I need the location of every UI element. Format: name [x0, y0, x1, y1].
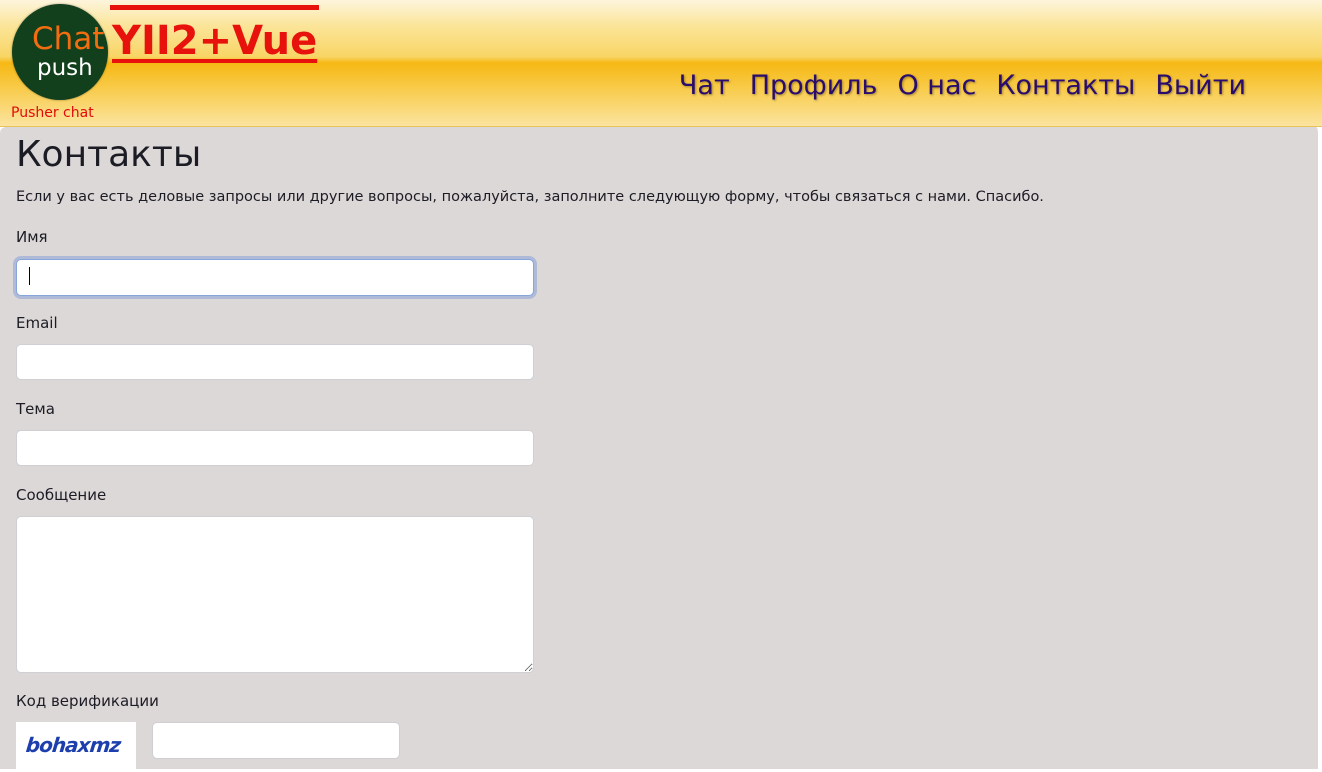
page-title: Контакты — [16, 134, 202, 175]
main-nav: Чат Профиль О нас Контакты Выйти — [679, 70, 1246, 101]
captcha-image[interactable]: bohaxmz — [16, 722, 136, 772]
nav-chat[interactable]: Чат — [679, 70, 730, 101]
brand-title[interactable]: YII2+Vue — [110, 5, 320, 64]
logo[interactable]: Chat push — [12, 4, 108, 100]
subject-label: Тема — [16, 400, 55, 418]
logo-chat-text: Chat — [32, 21, 105, 57]
verify-code-input[interactable] — [152, 722, 400, 759]
main-content: Контакты Если у вас есть деловые запросы… — [0, 127, 1322, 772]
nav-profile[interactable]: Профиль — [750, 70, 878, 101]
captcha-text: bohaxmz — [24, 733, 122, 757]
nav-about[interactable]: О нас — [897, 70, 976, 101]
name-input[interactable] — [16, 259, 534, 296]
nav-logout[interactable]: Выйти — [1155, 70, 1246, 101]
name-label: Имя — [16, 228, 48, 246]
site-header: Chat push Pusher chat YII2+Vue Чат Профи… — [0, 0, 1322, 127]
logo-push-text: push — [37, 55, 93, 81]
text-caret — [29, 267, 30, 285]
email-label: Email — [16, 314, 58, 332]
subject-input[interactable] — [16, 430, 534, 466]
intro-text: Если у вас есть деловые запросы или друг… — [16, 189, 1044, 205]
verify-code-label: Код верификации — [16, 692, 159, 710]
message-label: Сообщение — [16, 486, 107, 504]
nav-contacts[interactable]: Контакты — [996, 70, 1135, 101]
message-textarea[interactable] — [16, 516, 534, 673]
logo-subtitle: Pusher chat — [11, 105, 94, 121]
email-input[interactable] — [16, 344, 534, 380]
